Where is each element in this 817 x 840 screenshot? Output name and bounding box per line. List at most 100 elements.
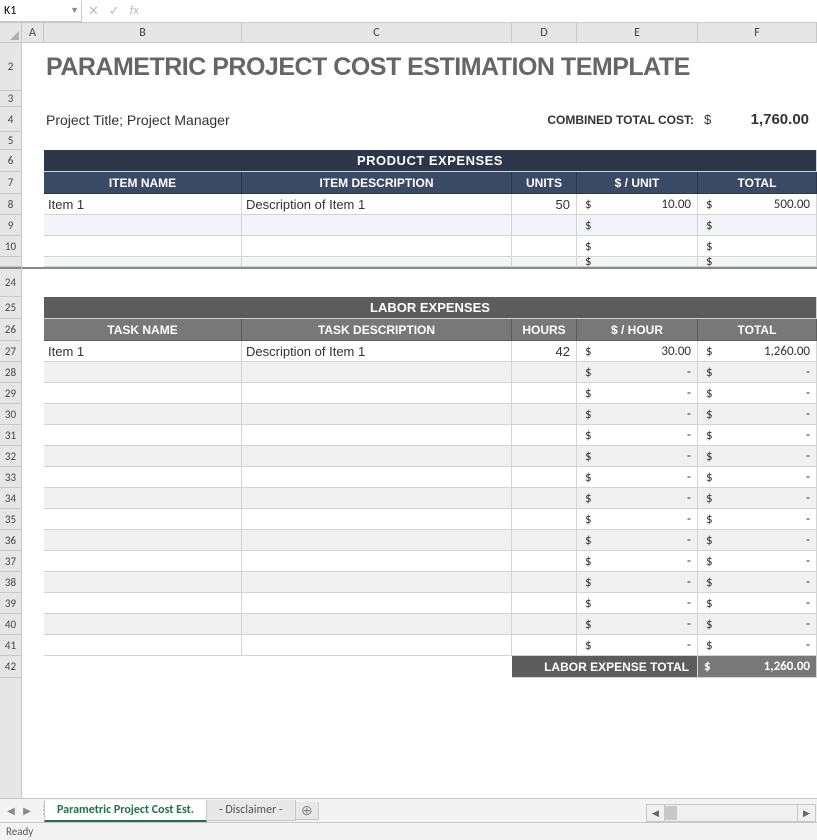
project-subtitle[interactable]: Project Title; Project Manager — [44, 107, 512, 132]
task-desc-cell[interactable]: Description of Item 1 — [242, 341, 512, 362]
row-header[interactable]: 41 — [0, 635, 21, 656]
col-header-F[interactable]: F — [698, 23, 817, 42]
hours-cell[interactable] — [512, 362, 577, 383]
labor-total-cell[interactable]: $- — [698, 383, 817, 404]
col-header-B[interactable]: B — [44, 23, 242, 42]
cell[interactable] — [22, 132, 44, 150]
col-unit-price[interactable]: $ / UNIT — [577, 172, 698, 194]
cell[interactable] — [22, 656, 44, 678]
row-header[interactable]: 3 — [0, 91, 21, 107]
row-header[interactable]: 39 — [0, 593, 21, 614]
row-header[interactable]: 33 — [0, 467, 21, 488]
cell[interactable] — [22, 215, 44, 236]
tab-next-icon[interactable]: ▶ — [20, 802, 34, 820]
unit-price-cell[interactable]: $ — [577, 215, 698, 236]
rate-cell[interactable]: $- — [577, 467, 698, 488]
task-name-cell[interactable] — [44, 593, 242, 614]
row-header[interactable]: 24 — [0, 269, 21, 297]
product-section-header[interactable]: PRODUCT EXPENSES — [44, 150, 817, 172]
labor-total-cell[interactable]: $- — [698, 530, 817, 551]
labor-total-cell[interactable]: $- — [698, 614, 817, 635]
labor-total-cell[interactable]: $- — [698, 467, 817, 488]
labor-total-cell[interactable]: $1,260.00 — [698, 341, 817, 362]
rate-cell[interactable]: $- — [577, 362, 698, 383]
scroll-thumb[interactable] — [665, 806, 677, 820]
cell[interactable] — [22, 172, 44, 194]
row-header[interactable]: 34 — [0, 488, 21, 509]
col-item-name[interactable]: ITEM NAME — [44, 172, 242, 194]
cell[interactable] — [44, 91, 817, 107]
rate-cell[interactable]: $- — [577, 593, 698, 614]
col-item-desc[interactable]: ITEM DESCRIPTION — [242, 172, 512, 194]
rate-cell[interactable]: $30.00 — [577, 341, 698, 362]
cell[interactable] — [44, 257, 242, 267]
horizontal-scrollbar[interactable]: ◀ ▶ — [646, 804, 816, 822]
labor-total-cell[interactable]: $- — [698, 572, 817, 593]
cell[interactable] — [44, 656, 242, 678]
col-total[interactable]: TOTAL — [698, 172, 817, 194]
row-header[interactable]: 30 — [0, 404, 21, 425]
row-header[interactable]: 27 — [0, 341, 21, 362]
cell[interactable] — [22, 509, 44, 530]
labor-total-cell[interactable]: $- — [698, 488, 817, 509]
select-all-button[interactable] — [0, 23, 22, 42]
cell[interactable] — [22, 425, 44, 446]
cell[interactable] — [22, 530, 44, 551]
cell[interactable] — [22, 635, 44, 656]
rate-cell[interactable]: $- — [577, 404, 698, 425]
row-header[interactable]: 28 — [0, 362, 21, 383]
task-name-cell[interactable] — [44, 425, 242, 446]
labor-total-cell[interactable]: $- — [698, 362, 817, 383]
row-header[interactable]: 9 — [0, 215, 21, 236]
hours-cell[interactable] — [512, 593, 577, 614]
unit-price-cell[interactable]: $ — [577, 236, 698, 257]
name-box[interactable]: K1 ▼ — [0, 1, 82, 22]
labor-total-cell[interactable]: $- — [698, 635, 817, 656]
tab-prev-icon[interactable]: ◀ — [4, 802, 18, 820]
labor-total-cell[interactable]: $- — [698, 425, 817, 446]
col-header-C[interactable]: C — [242, 23, 512, 42]
cell[interactable]: $ — [577, 257, 698, 267]
task-name-cell[interactable] — [44, 572, 242, 593]
task-name-cell[interactable] — [44, 530, 242, 551]
row-header[interactable]: 6 — [0, 150, 21, 172]
row-header[interactable]: 10 — [0, 236, 21, 257]
row-header[interactable]: 42 — [0, 656, 21, 678]
task-desc-cell[interactable] — [242, 614, 512, 635]
item-name-cell[interactable]: Item 1 — [44, 194, 242, 215]
task-desc-cell[interactable] — [242, 425, 512, 446]
page-title[interactable]: PARAMETRIC PROJECT COST ESTIMATION TEMPL… — [44, 43, 817, 91]
total-cell[interactable]: $ — [698, 215, 817, 236]
row-header[interactable]: 29 — [0, 383, 21, 404]
labor-total-cell[interactable]: $- — [698, 509, 817, 530]
cell[interactable] — [22, 236, 44, 257]
col-labor-total[interactable]: TOTAL — [698, 319, 817, 341]
cell[interactable] — [22, 269, 44, 297]
row-header[interactable]: 32 — [0, 446, 21, 467]
cell[interactable] — [512, 257, 577, 267]
row-header[interactable]: 26 — [0, 319, 21, 341]
total-cell[interactable]: $500.00 — [698, 194, 817, 215]
cell[interactable] — [22, 551, 44, 572]
item-desc-cell[interactable] — [242, 236, 512, 257]
cell[interactable] — [22, 150, 44, 172]
scroll-left-icon[interactable]: ◀ — [647, 805, 665, 821]
add-sheet-button[interactable]: ⊕ — [295, 802, 319, 820]
worksheet[interactable]: PARAMETRIC PROJECT COST ESTIMATION TEMPL… — [22, 43, 817, 805]
cell[interactable] — [22, 614, 44, 635]
col-header-A[interactable]: A — [22, 23, 44, 42]
col-hour-rate[interactable]: $ / HOUR — [577, 319, 698, 341]
hours-cell[interactable] — [512, 425, 577, 446]
row-header[interactable]: 7 — [0, 172, 21, 194]
rate-cell[interactable]: $- — [577, 551, 698, 572]
row-header[interactable]: 8 — [0, 194, 21, 215]
task-desc-cell[interactable] — [242, 635, 512, 656]
task-name-cell[interactable] — [44, 467, 242, 488]
task-name-cell[interactable] — [44, 509, 242, 530]
total-cell[interactable]: $ — [698, 236, 817, 257]
task-desc-cell[interactable] — [242, 509, 512, 530]
rate-cell[interactable]: $- — [577, 530, 698, 551]
col-hours[interactable]: HOURS — [512, 319, 577, 341]
cell[interactable] — [22, 43, 44, 91]
col-task-name[interactable]: TASK NAME — [44, 319, 242, 341]
